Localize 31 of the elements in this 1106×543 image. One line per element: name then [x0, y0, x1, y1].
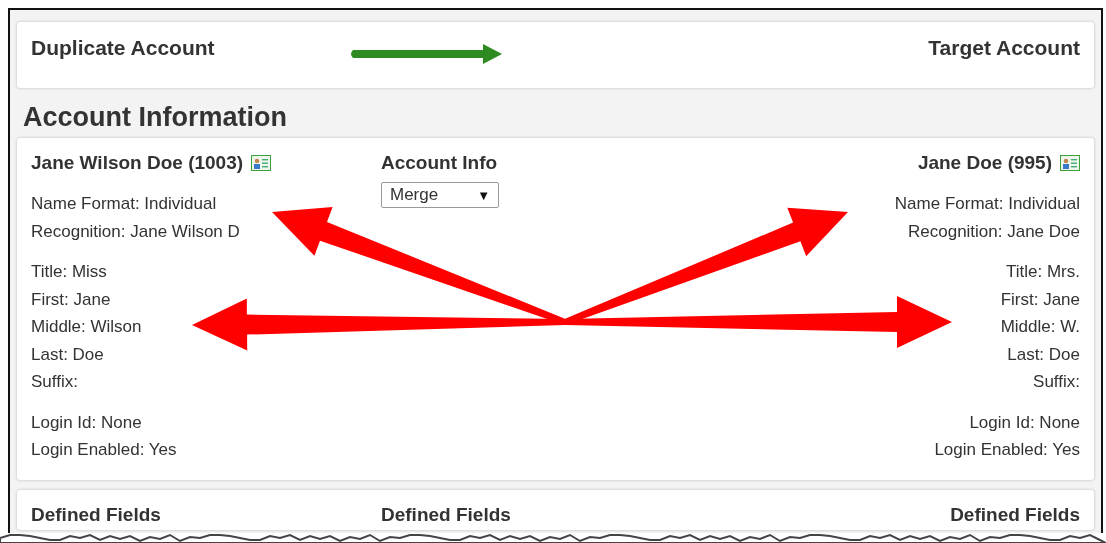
account-detail: First: Jane: [1000, 288, 1080, 311]
account-detail: Login Enabled: Yes: [934, 439, 1080, 461]
column-title: Defined Fields: [950, 504, 1080, 526]
account-detail: Title: Mrs.: [1006, 261, 1080, 283]
column-title: Defined Fields: [31, 504, 161, 526]
duplicate-title: Duplicate Account: [31, 36, 215, 60]
account-detail: Login Enabled: Yes: [31, 439, 178, 461]
account-detail: Last: Doe: [31, 343, 105, 366]
account-detail: Login Id: None: [31, 411, 143, 434]
contact-card-icon: [1060, 155, 1080, 171]
account-detail: Middle: Wilson: [31, 316, 143, 338]
account-detail: Name Format: Individual: [894, 193, 1080, 215]
account-detail: Login Id: None: [969, 411, 1080, 434]
account-detail: Last: Doe: [1007, 343, 1080, 366]
account-detail: Middle: W.: [1000, 316, 1080, 338]
right-arrow-icon: [348, 43, 503, 65]
account-detail: Suffix:: [31, 371, 79, 393]
account-detail: Name Format: Individual: [31, 193, 218, 215]
account-detail: Suffix:: [1033, 371, 1080, 393]
target-title: Target Account: [928, 36, 1080, 60]
account-name: Jane Doe (995): [917, 152, 1052, 174]
account-detail: Recognition: Jane Doe: [908, 220, 1080, 243]
account-detail: First: Jane: [31, 288, 112, 311]
section-title: Account Information: [23, 102, 288, 133]
account-name: Jane Wilson Doe (1003): [31, 152, 244, 174]
column-title: Defined Fields: [381, 504, 511, 526]
account-detail: Title: Miss: [31, 261, 108, 283]
contact-card-icon: [251, 155, 272, 171]
account-detail: Recognition: Jane Wilson D: [31, 220, 241, 243]
merge-dropdown[interactable]: Merge ▼: [381, 182, 499, 208]
column-title: Account Info: [381, 152, 499, 174]
